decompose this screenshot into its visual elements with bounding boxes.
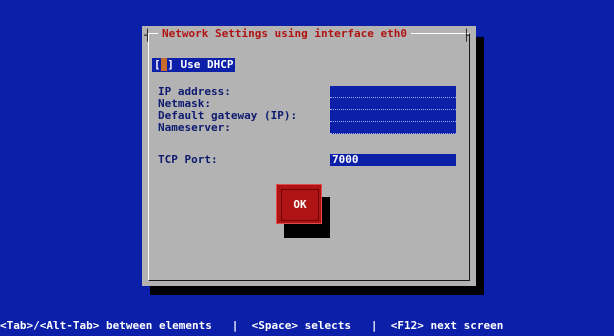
frame-corner-right: ├ <box>463 29 470 42</box>
nameserver-field[interactable] <box>330 122 456 134</box>
frame-corner-left: ┤ <box>144 29 151 42</box>
netmask-field[interactable] <box>330 98 456 110</box>
nameserver-label: Nameserver: <box>158 121 231 134</box>
default-gateway-field[interactable] <box>330 110 456 122</box>
tcp-port-label: TCP Port: <box>158 153 218 166</box>
ok-button-label: OK <box>281 189 319 221</box>
tcp-port-field[interactable]: 7000 <box>330 154 456 166</box>
use-dhcp-checkbox[interactable]: [ ] Use DHCP <box>152 58 236 72</box>
ip-address-field[interactable] <box>330 86 456 98</box>
use-dhcp-label: Use DHCP <box>180 58 234 71</box>
dhcp-check-mark <box>160 58 168 71</box>
dialog-title: Network Settings using interface eth0 <box>158 28 412 40</box>
keyboard-hint-bar: <Tab>/<Alt-Tab> between elements | <Spac… <box>0 319 504 332</box>
ok-button[interactable]: OK <box>276 184 322 224</box>
tcp-port-value: 7000 <box>332 153 359 166</box>
